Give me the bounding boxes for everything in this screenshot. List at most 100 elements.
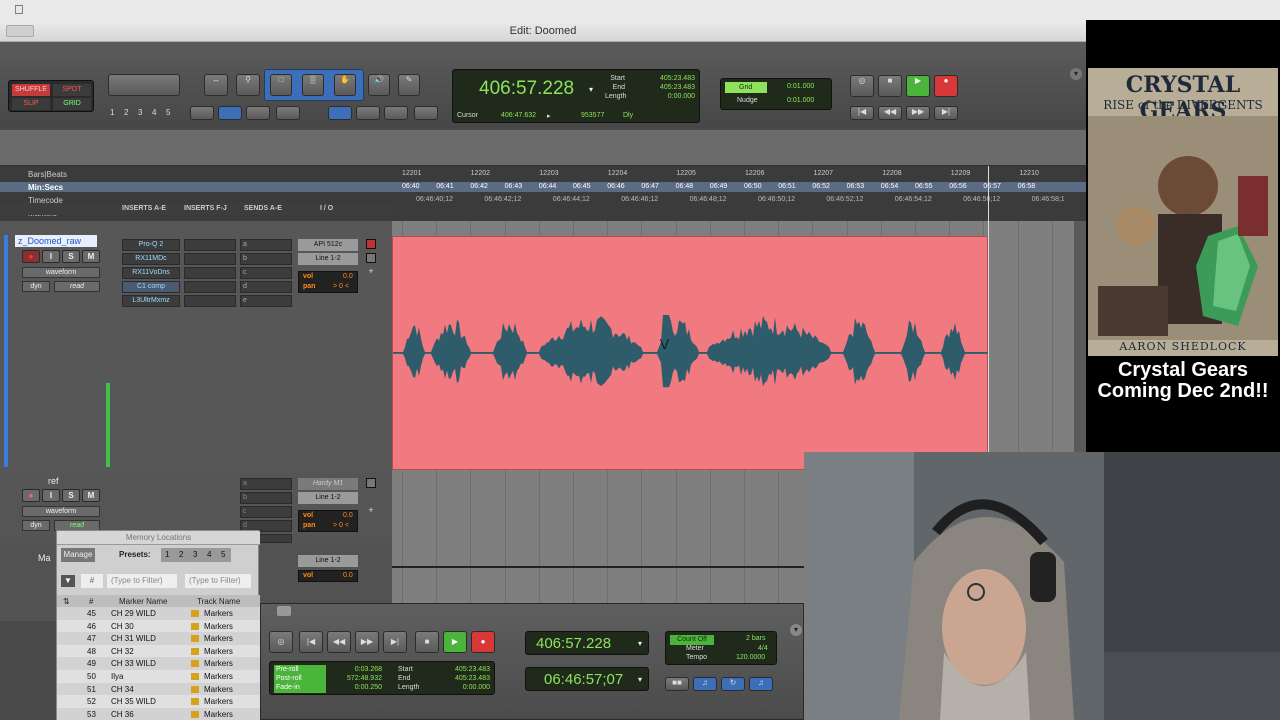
count-off-bars[interactable]: 2 bars bbox=[746, 635, 765, 642]
record-arm-button[interactable]: ● bbox=[22, 489, 40, 502]
input-select[interactable]: API 512c bbox=[298, 239, 358, 251]
fast-forward-button[interactable]: ▶▶ bbox=[906, 106, 930, 120]
send-d[interactable]: d bbox=[240, 281, 292, 293]
memory-location-row[interactable]: 53 CH 36 Markers bbox=[57, 707, 260, 720]
midi-merge-button[interactable]: ↻ bbox=[721, 677, 745, 691]
apple-icon[interactable]:  bbox=[14, 2, 24, 17]
zoom-preset-2[interactable]: 2 bbox=[124, 108, 128, 117]
dyn-select[interactable]: dyn bbox=[22, 520, 50, 531]
spot-mode-button[interactable]: SPOT bbox=[53, 84, 91, 96]
zoom-controls[interactable] bbox=[108, 74, 180, 96]
preset-4[interactable]: 4 bbox=[207, 550, 211, 559]
vol-display[interactable]: vol 0.0 bbox=[298, 570, 358, 582]
go-to-end-button[interactable]: ▶| bbox=[383, 631, 407, 653]
grabber-tool-icon[interactable]: ✋ bbox=[334, 74, 356, 96]
record-button[interactable]: ● bbox=[471, 631, 495, 653]
track-view-select[interactable]: waveform bbox=[22, 506, 100, 517]
memory-location-row[interactable]: 52 CH 35 WILD Markers bbox=[57, 695, 260, 708]
inserts-fj-header[interactable]: INSERTS F-J bbox=[184, 205, 227, 212]
preset-buttons[interactable]: 1 2 3 4 5 bbox=[161, 548, 231, 562]
input-monitor-button[interactable]: I bbox=[42, 250, 60, 263]
track-name[interactable]: ref bbox=[48, 476, 59, 486]
insert-d[interactable]: C1 comp bbox=[122, 281, 180, 293]
rewind-button[interactable]: ◀◀ bbox=[878, 106, 902, 120]
add-lane-icon[interactable]: + bbox=[366, 267, 376, 277]
send-c[interactable]: c bbox=[240, 267, 292, 279]
fast-forward-button[interactable]: ▶▶ bbox=[355, 631, 379, 653]
min-secs-label[interactable]: Min:Secs bbox=[28, 183, 63, 192]
counter-arrow-icon[interactable]: ▾ bbox=[589, 85, 593, 94]
manage-button[interactable]: Manage bbox=[61, 548, 95, 562]
transport-main-counter[interactable]: 406:57.228 ▾ bbox=[525, 631, 649, 655]
universe-strip[interactable] bbox=[0, 130, 1086, 166]
track-filter-input[interactable]: (Type to Filter) bbox=[185, 574, 251, 588]
insert-h[interactable] bbox=[184, 267, 236, 279]
shuffle-mode-button[interactable]: SHUFFLE bbox=[12, 84, 50, 96]
grid-mode-button[interactable]: GRID bbox=[53, 98, 91, 110]
go-to-end-button[interactable]: ▶| bbox=[934, 106, 958, 120]
vol-pan-display[interactable]: vol 0.0 pan > 0 < bbox=[298, 510, 358, 532]
tempo-value[interactable]: 120.0000 bbox=[736, 654, 765, 661]
memory-location-row[interactable]: 48 CH 32 Markers bbox=[57, 644, 260, 658]
tool-row2-f[interactable] bbox=[356, 106, 380, 120]
magnifier-tool-icon[interactable]: ⚲ bbox=[236, 74, 260, 96]
trim-tool-icon[interactable]: □ bbox=[270, 74, 292, 96]
pencil-tool-icon[interactable]: ✎ bbox=[398, 74, 420, 96]
preset-5[interactable]: 5 bbox=[221, 550, 225, 559]
memory-location-row[interactable]: 45 CH 29 WILD Markers bbox=[57, 607, 260, 620]
insert-a[interactable]: Pro-Q 2 bbox=[122, 239, 180, 251]
track-z-doomed-raw[interactable]: z_Doomed_raw ● I S M waveform dyn read P… bbox=[0, 221, 392, 473]
mute-button[interactable]: M bbox=[82, 250, 100, 263]
nudge-label[interactable]: Nudge bbox=[737, 97, 758, 104]
inserts-ae-header[interactable]: INSERTS A-E bbox=[122, 205, 166, 212]
wait-for-note-button[interactable]: ■■ bbox=[665, 677, 689, 691]
insert-e[interactable]: L3UltrMxmz bbox=[122, 295, 180, 307]
col-number[interactable]: # bbox=[89, 597, 93, 606]
start-value[interactable]: 405:23.483 bbox=[633, 74, 695, 83]
length-value[interactable]: 0:00.000 bbox=[633, 92, 695, 101]
length-value[interactable]: 0:00.000 bbox=[428, 683, 490, 692]
insert-i[interactable] bbox=[184, 281, 236, 293]
solo-button[interactable]: S bbox=[62, 489, 80, 502]
transport-sub-value[interactable]: 06:46:57;07 bbox=[544, 671, 623, 688]
count-off-button[interactable]: Count Off bbox=[670, 635, 714, 645]
track-color-icon[interactable] bbox=[366, 239, 376, 249]
zoom-preset-3[interactable]: 3 bbox=[138, 108, 142, 117]
stop-button[interactable]: ■ bbox=[415, 631, 439, 653]
sends-ae-header[interactable]: SENDS A-E bbox=[244, 205, 282, 212]
output-select[interactable]: Line 1-2 bbox=[298, 253, 358, 265]
tool-row2-d[interactable] bbox=[276, 106, 300, 120]
zoomer-tool-icon[interactable]: ↔ bbox=[204, 74, 228, 96]
stop-button[interactable]: ■ bbox=[878, 75, 902, 97]
counter-arrow-icon[interactable]: ▾ bbox=[638, 675, 642, 684]
memory-location-row[interactable]: 51 CH 34 Markers bbox=[57, 682, 260, 696]
tool-row2-e[interactable] bbox=[328, 106, 352, 120]
send-a[interactable]: a bbox=[240, 478, 292, 490]
rewind-start-button[interactable]: |◀ bbox=[850, 106, 874, 120]
insert-j[interactable] bbox=[184, 295, 236, 307]
name-filter-input[interactable]: (Type to Filter) bbox=[107, 574, 177, 588]
memory-location-row[interactable]: 50 Ilya Markers bbox=[57, 670, 260, 683]
transport-sub-counter[interactable]: 06:46:57;07 ▾ bbox=[525, 667, 649, 691]
return-to-zero-button[interactable]: |◀ bbox=[299, 631, 323, 653]
slip-mode-button[interactable]: SLIP bbox=[12, 98, 50, 110]
record-arm-button[interactable]: ● bbox=[22, 250, 40, 263]
output-select[interactable]: Line 1-2 bbox=[298, 492, 358, 504]
fadein-label[interactable]: Fade-in bbox=[276, 683, 302, 692]
mute-button[interactable]: M bbox=[82, 489, 100, 502]
start-value[interactable]: 405:23.483 bbox=[428, 665, 490, 674]
tool-row2-b[interactable] bbox=[218, 106, 242, 120]
input-select[interactable]: Hardy M1 bbox=[298, 478, 358, 490]
io-header[interactable]: I / O bbox=[320, 205, 333, 212]
insert-c[interactable]: RX11VoDns bbox=[122, 267, 180, 279]
dyn-select[interactable]: dyn bbox=[22, 281, 50, 292]
track-name[interactable]: Ma bbox=[38, 553, 51, 563]
tool-row2-g[interactable] bbox=[384, 106, 408, 120]
send-a[interactable]: a bbox=[240, 239, 292, 251]
automation-mode-select[interactable]: read bbox=[54, 281, 100, 292]
memory-location-row[interactable]: 47 CH 31 WILD Markers bbox=[57, 632, 260, 645]
main-counter-value[interactable]: 406:57.228 bbox=[479, 78, 574, 100]
preroll-label[interactable]: Pre-roll bbox=[276, 665, 302, 674]
track-name[interactable]: z_Doomed_raw bbox=[15, 235, 97, 247]
end-value[interactable]: 405:23.483 bbox=[428, 674, 490, 683]
